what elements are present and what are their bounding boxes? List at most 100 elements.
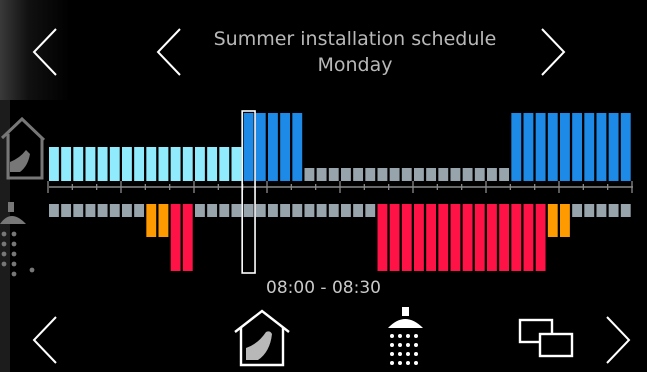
water-slot-20[interactable] [292,204,303,217]
shower-icon[interactable] [386,306,426,370]
heating-slot-40[interactable] [535,113,546,181]
water-slot-46[interactable] [608,204,619,217]
water-slot-45[interactable] [596,204,607,217]
heating-slot-35[interactable] [474,168,485,181]
water-slot-30[interactable] [414,204,424,271]
water-slot-25[interactable] [353,204,364,217]
water-slot-34[interactable] [462,204,473,271]
water-slot-6[interactable] [122,204,132,217]
heating-slot-43[interactable] [572,113,583,181]
water-slot-36[interactable] [487,204,497,271]
water-slot-12[interactable] [195,204,205,217]
heating-slot-10[interactable] [170,147,181,181]
water-slot-17[interactable] [255,204,266,217]
water-slot-47[interactable] [620,204,631,217]
bottom-prev-chevron-icon[interactable] [30,314,60,366]
heating-slot-29[interactable] [401,168,412,181]
water-slot-2[interactable] [73,204,84,217]
heating-slot-32[interactable] [438,168,449,181]
heating-slot-45[interactable] [596,113,607,181]
heating-slot-44[interactable] [584,113,595,181]
house-thermometer-icon[interactable] [232,308,292,368]
water-slot-5[interactable] [109,204,120,217]
water-slot-37[interactable] [499,204,510,271]
heating-slot-13[interactable] [207,147,218,181]
heating-slot-47[interactable] [620,113,631,181]
water-slot-27[interactable] [377,204,388,271]
heating-slot-28[interactable] [389,168,400,181]
heating-slot-20[interactable] [292,113,303,181]
heating-slot-12[interactable] [195,147,205,181]
water-slot-18[interactable] [268,204,278,217]
heating-slot-7[interactable] [134,147,145,181]
water-slot-35[interactable] [474,204,485,271]
water-slot-11[interactable] [182,204,193,271]
heating-slot-31[interactable] [426,168,437,181]
heating-slot-23[interactable] [328,168,339,181]
water-slot-26[interactable] [365,204,376,217]
heating-slot-24[interactable] [341,168,351,181]
water-slot-21[interactable] [304,204,315,217]
water-slot-1[interactable] [61,204,72,217]
heating-slot-27[interactable] [377,168,388,181]
heating-slot-22[interactable] [316,168,327,181]
water-slot-28[interactable] [389,204,400,271]
water-slot-33[interactable] [450,204,461,271]
heating-slot-37[interactable] [499,168,510,181]
heating-slot-2[interactable] [73,147,84,181]
heating-slot-38[interactable] [511,113,522,181]
heating-slot-26[interactable] [365,168,376,181]
water-slot-16[interactable] [243,204,254,217]
heating-slot-1[interactable] [61,147,72,181]
water-slot-41[interactable] [547,204,558,237]
water-slot-44[interactable] [584,204,595,217]
heating-slot-16[interactable] [243,113,254,181]
heating-slot-21[interactable] [304,168,315,181]
heating-slot-25[interactable] [353,168,364,181]
heating-slot-36[interactable] [487,168,497,181]
water-slot-4[interactable] [97,204,108,217]
water-slot-7[interactable] [134,204,145,217]
water-slot-40[interactable] [535,204,546,271]
heating-slot-46[interactable] [608,113,619,181]
water-slot-23[interactable] [328,204,339,217]
heating-slot-18[interactable] [268,113,278,181]
heating-slot-8[interactable] [146,147,157,181]
heating-slot-34[interactable] [462,168,473,181]
water-slot-8[interactable] [146,204,157,237]
water-slot-42[interactable] [560,204,570,237]
heating-slot-30[interactable] [414,168,424,181]
water-slot-13[interactable] [207,204,218,217]
water-slot-15[interactable] [231,204,242,217]
water-slot-3[interactable] [85,204,96,217]
water-slot-10[interactable] [170,204,181,271]
heating-slot-17[interactable] [255,113,266,181]
heating-slot-5[interactable] [109,147,120,181]
water-slot-39[interactable] [523,204,534,271]
water-slot-14[interactable] [219,204,230,217]
bottom-next-chevron-icon[interactable] [603,314,633,366]
heating-slot-14[interactable] [219,147,230,181]
water-slot-24[interactable] [341,204,351,217]
water-slot-22[interactable] [316,204,327,217]
water-slot-32[interactable] [438,204,449,271]
copy-windows-icon[interactable] [518,318,576,358]
heating-slot-33[interactable] [450,168,461,181]
heating-slot-15[interactable] [231,147,242,181]
water-slot-43[interactable] [572,204,583,217]
heating-slot-11[interactable] [182,147,193,181]
heating-slot-41[interactable] [547,113,558,181]
water-slot-29[interactable] [401,204,412,271]
heating-slot-3[interactable] [85,147,96,181]
heating-slot-39[interactable] [523,113,534,181]
water-slot-9[interactable] [158,204,169,237]
heating-slot-9[interactable] [158,147,169,181]
water-slot-0[interactable] [49,204,59,217]
heating-slot-0[interactable] [49,147,59,181]
water-slot-31[interactable] [426,204,437,271]
heating-slot-19[interactable] [280,113,291,181]
heating-slot-4[interactable] [97,147,108,181]
schedule-timeline[interactable] [0,0,647,372]
heating-slot-42[interactable] [560,113,570,181]
water-slot-19[interactable] [280,204,291,217]
